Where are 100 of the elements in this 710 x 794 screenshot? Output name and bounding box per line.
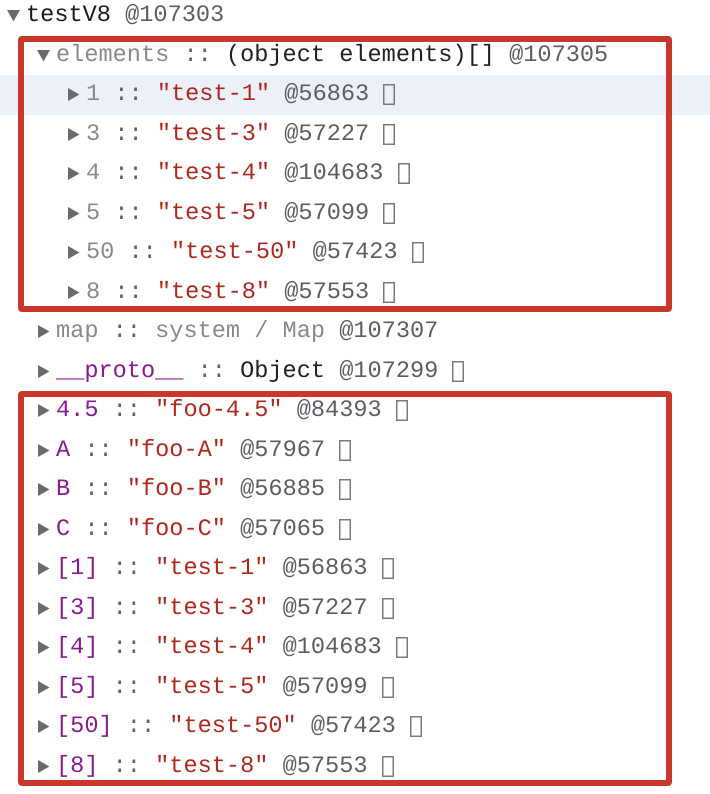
caret-right-icon[interactable] [67,88,80,102]
value-text: "test-3" [156,120,270,150]
key-text: B [56,475,70,506]
object-id: @57423 [310,712,396,742]
caret-right-icon[interactable] [37,720,50,734]
object-id: @107303 [125,1,224,32]
tree-row[interactable]: elements :: (object elements)[] @107305 [0,36,710,75]
separator-text: :: [183,40,212,71]
value-text: "test-8" [156,278,270,308]
object-id: @57553 [282,752,368,782]
caret-right-icon[interactable] [37,522,50,536]
caret-right-icon[interactable] [37,325,50,338]
tree-row[interactable]: [1] :: "test-1" @56863 [0,549,710,588]
key-text: 8 [86,278,100,308]
caret-right-icon[interactable] [67,206,80,220]
value-text: "test-1" [155,554,268,584]
tree-row[interactable]: 3 :: "test-3" @57227 [0,114,710,154]
caret-right-icon[interactable] [37,602,50,615]
tree-row[interactable]: 4 :: "test-4" @104683 [0,154,710,194]
value-text: "test-50" [170,238,298,268]
separator-text: :: [84,436,113,466]
key-text: 5 [86,198,100,229]
separator-text: :: [112,396,141,426]
caret-right-icon[interactable] [67,167,80,180]
tree-row[interactable]: 5 :: "test-5" @57099 [0,194,710,233]
tree-row[interactable]: [4] :: "test-4" @104683 [0,628,710,668]
tree-row[interactable]: testV8 @107303 [0,0,710,36]
key-text: [3] [56,594,98,624]
key-text: 4 [86,159,100,190]
value-text: "foo-A" [126,436,226,466]
object-id: @107305 [509,40,608,71]
caret-down-icon[interactable] [7,9,20,22]
tree-row[interactable]: C :: "foo-C" @57065 [0,510,710,549]
value-text: system / Map [155,317,326,348]
object-id: @57099 [282,672,368,703]
tree-row[interactable]: __proto__ :: Object @107299 [0,352,710,391]
separator-text: :: [198,356,226,387]
object-id: @57099 [284,198,370,229]
caret-right-icon[interactable] [37,641,50,654]
tree-row[interactable]: 1 :: "test-1" @56863 [0,75,710,114]
tree-row[interactable]: B :: "foo-B" @56885 [0,470,710,510]
value-text: "test-4" [156,159,270,190]
caret-right-icon[interactable] [37,404,50,418]
value-text: Object [240,356,326,387]
separator-text: :: [114,278,143,308]
object-id: @57065 [240,514,326,545]
tree-row[interactable]: 4.5 :: "foo-4.5" @84393 [0,391,710,430]
key-text: map [56,317,98,348]
separator-text: :: [128,238,157,268]
separator-text: :: [114,198,143,229]
key-text: elements [56,40,170,71]
caret-right-icon[interactable] [37,562,50,576]
tree-row[interactable]: 50 :: "test-50" @57423 [0,233,710,272]
tree-row[interactable]: map :: system / Map @107307 [0,312,710,352]
value-text: "test-1" [156,80,270,110]
value-text: (object elements)[] [226,40,495,71]
key-text: [4] [56,633,98,664]
caret-right-icon[interactable] [37,483,50,496]
key-text: 3 [86,120,100,150]
tree-row[interactable]: [8] :: "test-8" @57553 [0,746,710,786]
value-text: "test-5" [156,198,270,229]
key-text: A [56,436,70,466]
separator-text: :: [112,554,141,584]
caret-right-icon[interactable] [67,128,80,141]
object-id: @57967 [240,436,326,466]
object-id: @57553 [284,278,370,308]
separator-text: :: [114,159,143,190]
caret-right-icon[interactable] [67,286,80,299]
value-text: "test-8" [155,752,268,782]
tree-row[interactable]: [5] :: "test-5" @57099 [0,668,710,707]
caret-right-icon[interactable] [37,680,50,694]
value-text: "test-3" [155,594,268,624]
key-text: [50] [56,712,113,742]
value-text: "test-5" [155,672,268,703]
tree-row[interactable]: 8 :: "test-8" @57553 [0,272,710,312]
key-text: __proto__ [56,356,184,387]
separator-text: :: [114,80,143,110]
key-text: [8] [56,752,98,782]
tree-row[interactable]: [3] :: "test-3" @57227 [0,588,710,628]
key-text: 1 [86,80,100,110]
caret-right-icon[interactable] [67,246,80,260]
tree-row[interactable]: A :: "foo-A" @57967 [0,430,710,470]
value-text: "test-4" [155,633,268,664]
key-text: [1] [56,554,98,584]
value-text: "test-50" [169,712,297,742]
key-text: 50 [86,238,114,268]
caret-down-icon[interactable] [37,48,50,62]
key-text: testV8 [26,1,111,32]
object-id: @107307 [339,317,438,348]
value-text: "foo-B" [126,475,226,506]
object-id: @56863 [282,554,368,584]
value-text: "foo-C" [126,514,226,545]
value-text: "foo-4.5" [155,396,283,426]
caret-right-icon[interactable] [37,444,50,457]
caret-right-icon[interactable] [37,364,50,378]
caret-right-icon[interactable] [37,760,50,773]
tree-row[interactable]: [50] :: "test-50" @57423 [0,707,710,746]
object-id: @84393 [296,396,382,426]
separator-text: :: [84,475,113,506]
object-id: @56885 [240,475,326,506]
